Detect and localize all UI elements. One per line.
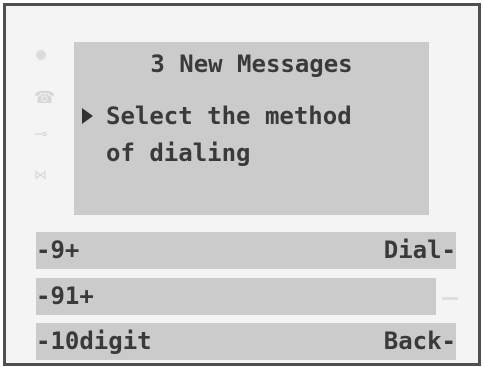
- softkey-10digit[interactable]: -10digit: [36, 327, 152, 355]
- phone-display: ☎ ⊸ ⋈ 3 New Messages Select the method o…: [3, 3, 481, 366]
- softkey-row-2: -91+: [36, 278, 436, 315]
- softkey-row-3: -10digit Back-: [36, 323, 456, 360]
- phone-icon: ☎: [34, 88, 56, 108]
- empty-softkey-marker: [442, 297, 458, 300]
- softkey-9plus[interactable]: -9+: [36, 236, 79, 264]
- selection-arrow-icon: [82, 108, 93, 124]
- bowtie-icon: ⋈: [34, 168, 47, 183]
- circle-icon: [36, 50, 46, 60]
- softkey-row-1: -9+ Dial-: [36, 232, 456, 269]
- softkey-91plus[interactable]: -91+: [36, 282, 94, 310]
- screen-message: Select the method of dialing: [106, 102, 352, 167]
- key-icon: ⊸: [34, 124, 48, 143]
- screen-title: 3 New Messages: [150, 50, 353, 78]
- message-screen: 3 New Messages Select the method of dial…: [74, 42, 429, 215]
- softkey-back[interactable]: Back-: [384, 327, 456, 355]
- softkey-dial[interactable]: Dial-: [384, 236, 456, 264]
